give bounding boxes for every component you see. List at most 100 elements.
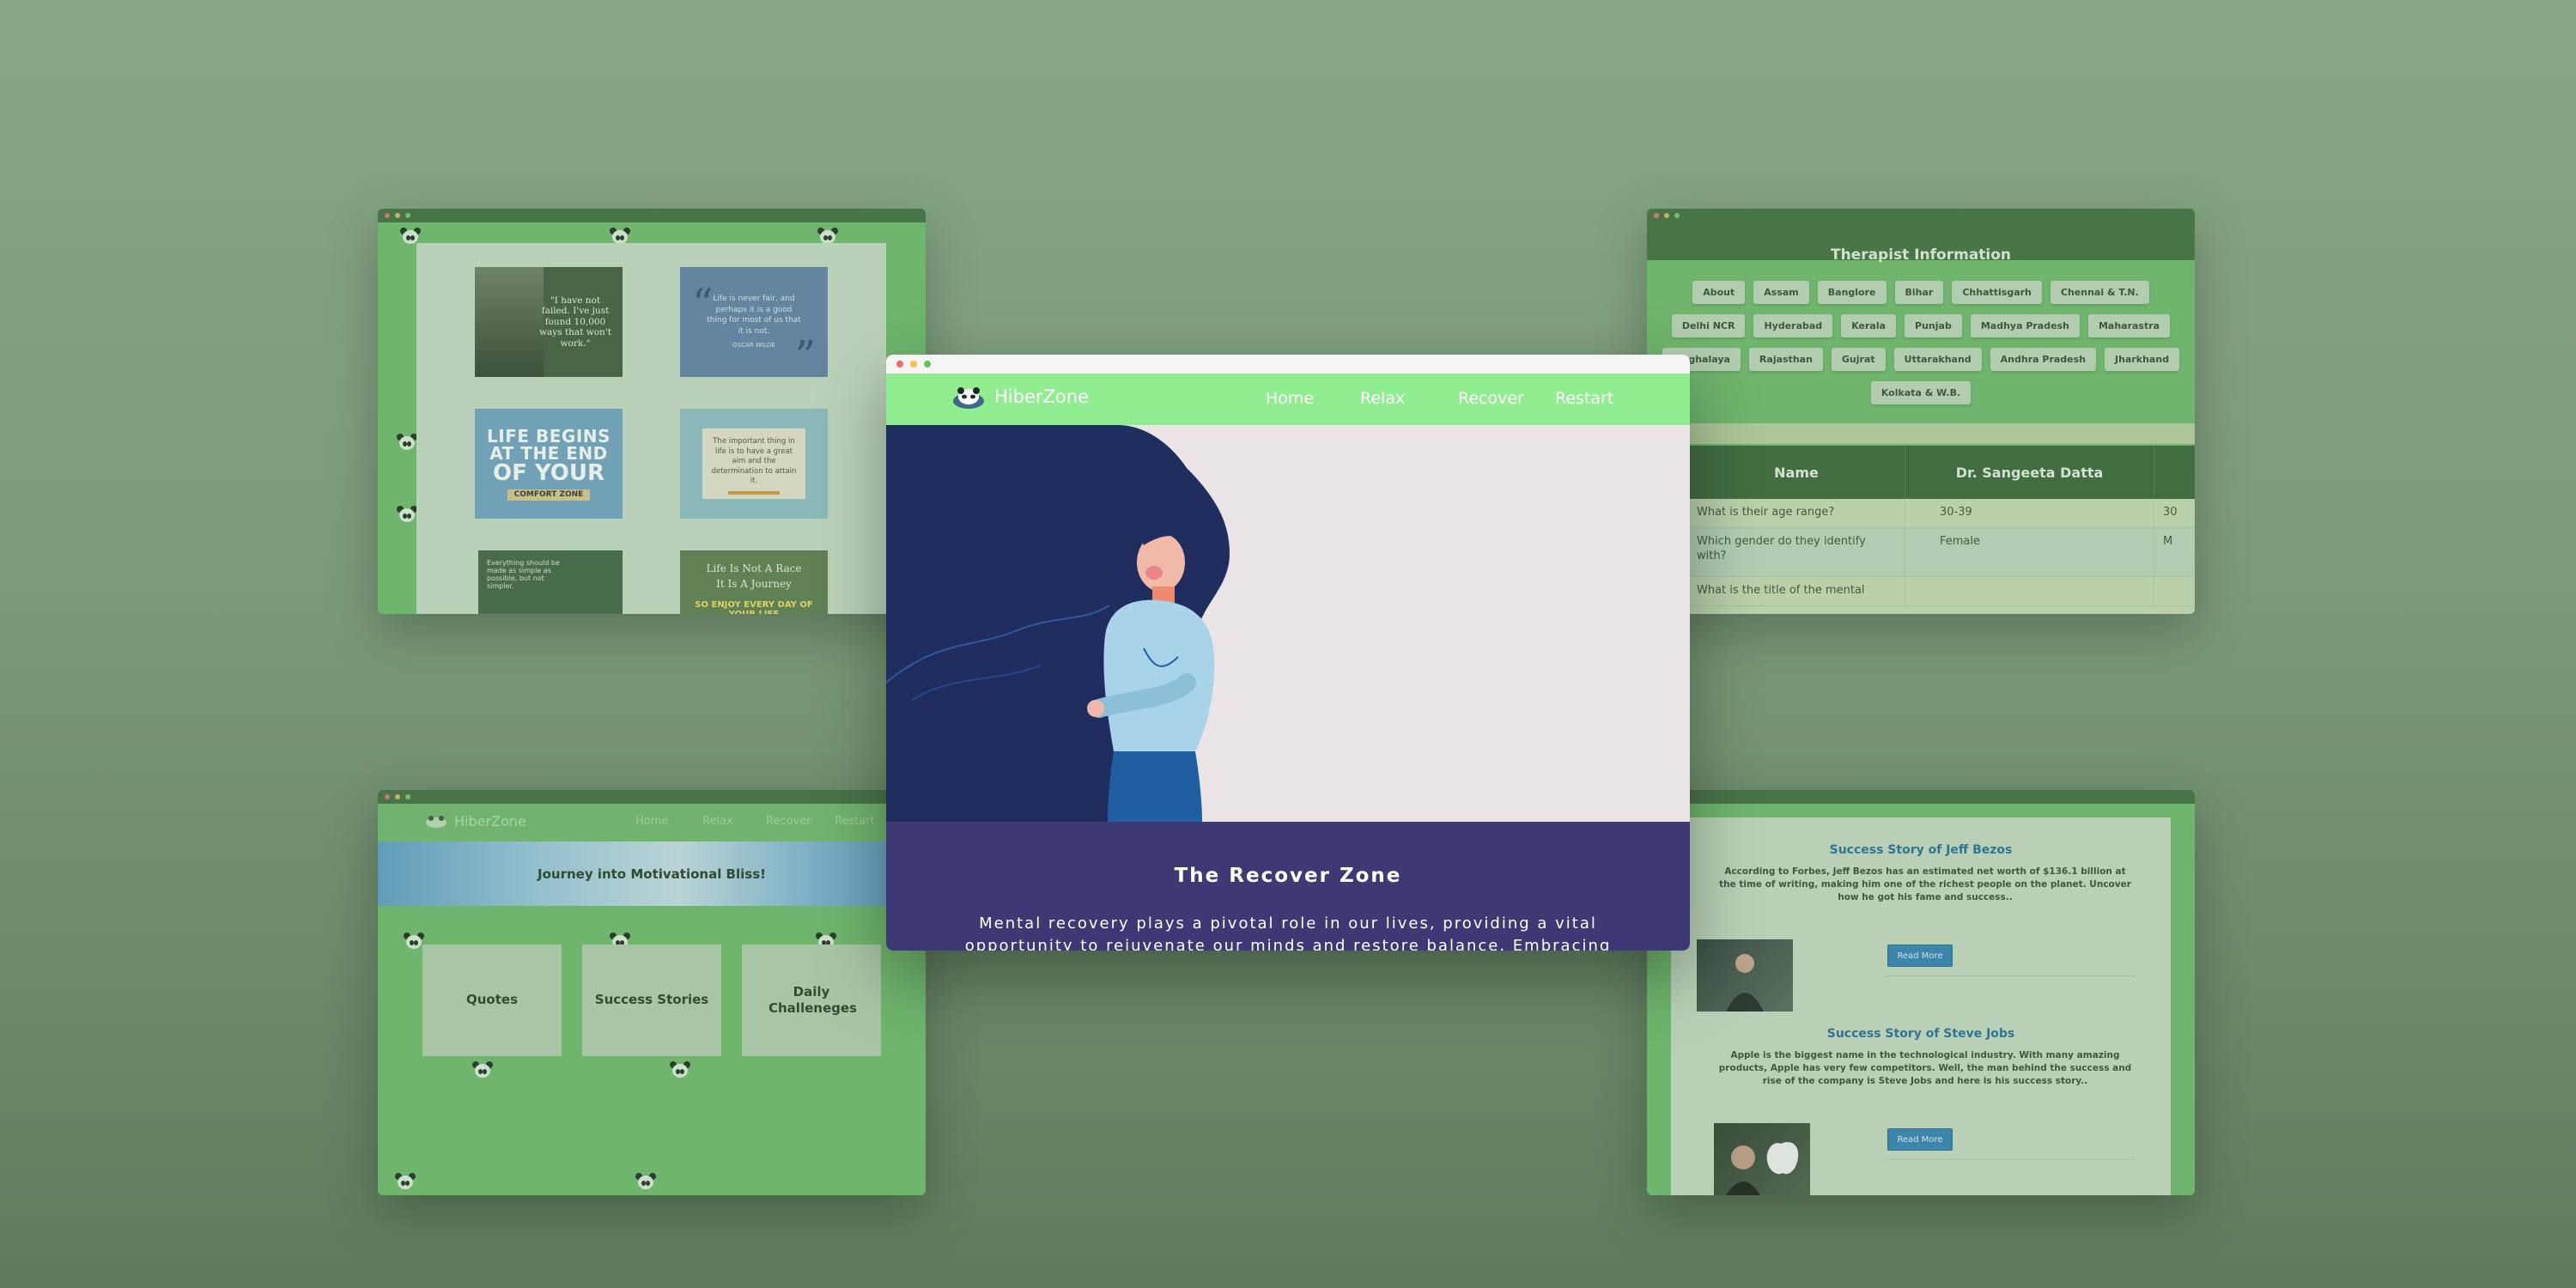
nav-home[interactable]: Home	[635, 815, 668, 828]
region-chip[interactable]: Assam	[1753, 281, 1809, 304]
region-chip[interactable]: Rajasthan	[1748, 348, 1823, 371]
table-row: What is the title of the mental	[1688, 576, 2195, 606]
card-quotes[interactable]: Quotes	[422, 945, 562, 1056]
close-dot-icon[interactable]	[1654, 213, 1659, 218]
quote-text: Life is never fair, and perhaps it is a …	[707, 294, 801, 336]
quote-author: OSCAR WILDE	[732, 342, 775, 349]
close-dot-icon[interactable]	[385, 213, 390, 218]
region-chip[interactable]: Delhi NCR	[1671, 314, 1746, 337]
region-chip[interactable]: Punjab	[1905, 314, 1962, 337]
window-titlebar	[378, 209, 926, 222]
column-header: Dr. Sangeeta Datta	[1905, 446, 2154, 499]
section-title: The Recover Zone	[1174, 865, 1402, 887]
region-chip-list: About Assam Banglore Bihar Chhattisgarh Chenn…	[1657, 281, 2184, 404]
quote-card[interactable]: Everything should be made as simple as p…	[478, 550, 623, 614]
nav-restart[interactable]: Restart	[835, 815, 875, 828]
nav-restart[interactable]: Restart	[1555, 389, 1613, 408]
region-chip[interactable]: Hyderabad	[1753, 314, 1833, 337]
table-cell: 30-39	[1905, 499, 2154, 527]
region-chip[interactable]: Chhattisgarh	[1952, 281, 2042, 304]
close-dot-icon[interactable]	[385, 794, 390, 799]
quotes-window: "I have not failed. I've just found 10,0…	[378, 209, 926, 614]
minimize-dot-icon[interactable]	[395, 213, 400, 218]
portrait-image	[475, 267, 544, 377]
panda-icon	[670, 1061, 690, 1080]
window-titlebar	[1647, 209, 2195, 222]
story-title[interactable]: Success Story of Jeff Bezos	[1671, 843, 2171, 857]
nav-relax[interactable]: Relax	[702, 815, 733, 828]
minimize-dot-icon[interactable]	[395, 794, 400, 799]
table-row: What is their age range? 30-39 30	[1688, 499, 2195, 528]
panda-icon	[404, 933, 424, 951]
panda-icon	[395, 1173, 416, 1192]
story-title[interactable]: Success Story of Steve Jobs	[1671, 1027, 2171, 1041]
motivation-window: HiberZone Home Relax Recover Restart Jou…	[378, 790, 926, 1195]
card-label: Success Stories	[594, 992, 709, 1008]
close-dot-icon[interactable]	[896, 361, 903, 368]
quote-card[interactable]: Life Is Not A Race It Is A Journey SO EN…	[680, 550, 828, 614]
panda-logo-icon	[953, 387, 984, 409]
quote-card[interactable]: “ ” Life is never fair, and perhaps it i…	[680, 267, 828, 377]
therapist-window: Therapist Information About Assam Banglore…	[1647, 209, 2195, 614]
brand-name: HiberZone	[454, 812, 526, 829]
quote-card[interactable]: "I have not failed. I've just found 10,0…	[475, 267, 623, 377]
region-chip[interactable]: Andhra Pradesh	[1990, 348, 2097, 371]
story-body: According to Forbes, Jeff Bezos has an e…	[1719, 866, 2131, 903]
table-cell: M	[2154, 527, 2195, 576]
nav-recover[interactable]: Recover	[766, 815, 811, 828]
region-chip[interactable]: Bihar	[1894, 281, 1944, 304]
hero-title: Journey into Motivational Bliss!	[538, 866, 766, 882]
panda-logo-icon	[426, 816, 447, 828]
table-cell	[1905, 576, 2154, 605]
region-chip[interactable]: Kolkata & W.B.	[1870, 381, 1971, 404]
maximize-dot-icon[interactable]	[1674, 213, 1680, 218]
nav-relax[interactable]: Relax	[1360, 389, 1405, 408]
brand[interactable]: HiberZone	[951, 384, 1089, 410]
brand[interactable]: HiberZone	[425, 813, 526, 829]
region-chip[interactable]: Uttarakhand	[1893, 348, 1982, 371]
read-more-button[interactable]: Read More	[1887, 945, 1953, 967]
region-chip[interactable]: Kerala	[1841, 314, 1897, 337]
quote-line: Life Is Not A Race	[706, 562, 802, 574]
quote-band: COMFORT ZONE	[507, 489, 591, 501]
read-more-button[interactable]: Read More	[1887, 1128, 1953, 1151]
region-chip[interactable]: About	[1692, 281, 1746, 304]
region-chip[interactable]: Banglore	[1817, 281, 1886, 304]
hero-illustration	[886, 425, 1690, 822]
maximize-dot-icon[interactable]	[405, 794, 410, 799]
quote-card[interactable]: LIFE BEGINS AT THE END OF YOUR COMFORT Z…	[475, 409, 623, 519]
recover-zone-panel: The Recover Zone Mental recovery plays a…	[886, 822, 1690, 951]
navbar: HiberZone Home Relax Recover Restart	[886, 374, 1690, 425]
quote-line: LIFE BEGINS	[487, 425, 611, 447]
minimize-dot-icon[interactable]	[1664, 213, 1669, 218]
maximize-dot-icon[interactable]	[405, 213, 410, 218]
nav-home[interactable]: Home	[1266, 389, 1314, 408]
region-chip[interactable]: Maharastra	[2087, 314, 2171, 337]
quotes-grid: "I have not failed. I've just found 10,0…	[416, 243, 886, 614]
maximize-dot-icon[interactable]	[924, 361, 931, 368]
minimize-dot-icon[interactable]	[910, 361, 917, 368]
region-chip[interactable]: Jharkhand	[2105, 348, 2180, 371]
stories-panel: Success Story of Jeff Bezos According to…	[1671, 817, 2171, 1195]
story-body: Apple is the biggest name in the technol…	[1718, 1050, 2132, 1087]
region-chip[interactable]: Chennai & T.N.	[2050, 281, 2149, 304]
quote-text: The important thing in life is to have a…	[711, 437, 797, 486]
card-label: Quotes	[465, 992, 518, 1008]
nav-recover[interactable]: Recover	[1458, 389, 1524, 408]
region-chip[interactable]: Madhya Pradesh	[1970, 314, 2080, 337]
region-chip[interactable]: Gujrat	[1831, 348, 1886, 371]
quote-card[interactable]: The important thing in life is to have a…	[680, 409, 828, 519]
panda-icon	[472, 1061, 493, 1080]
card-label: Daily Challeneges	[769, 983, 857, 1017]
panda-icon	[397, 506, 417, 525]
window-titlebar	[1647, 790, 2195, 804]
stories-window: Success Story of Jeff Bezos According to…	[1647, 790, 2195, 1195]
card-daily-challenges[interactable]: Daily Challeneges	[742, 945, 881, 1056]
card-success-stories[interactable]: Success Stories	[582, 945, 721, 1056]
separator-strip	[1688, 423, 2195, 444]
panda-icon	[635, 1173, 656, 1192]
jobs-photo	[1714, 1123, 1810, 1195]
divider	[1886, 975, 2135, 976]
table-cell: Which gender do they identify with?	[1697, 534, 1866, 562]
brand-name: HiberZone	[994, 386, 1089, 407]
